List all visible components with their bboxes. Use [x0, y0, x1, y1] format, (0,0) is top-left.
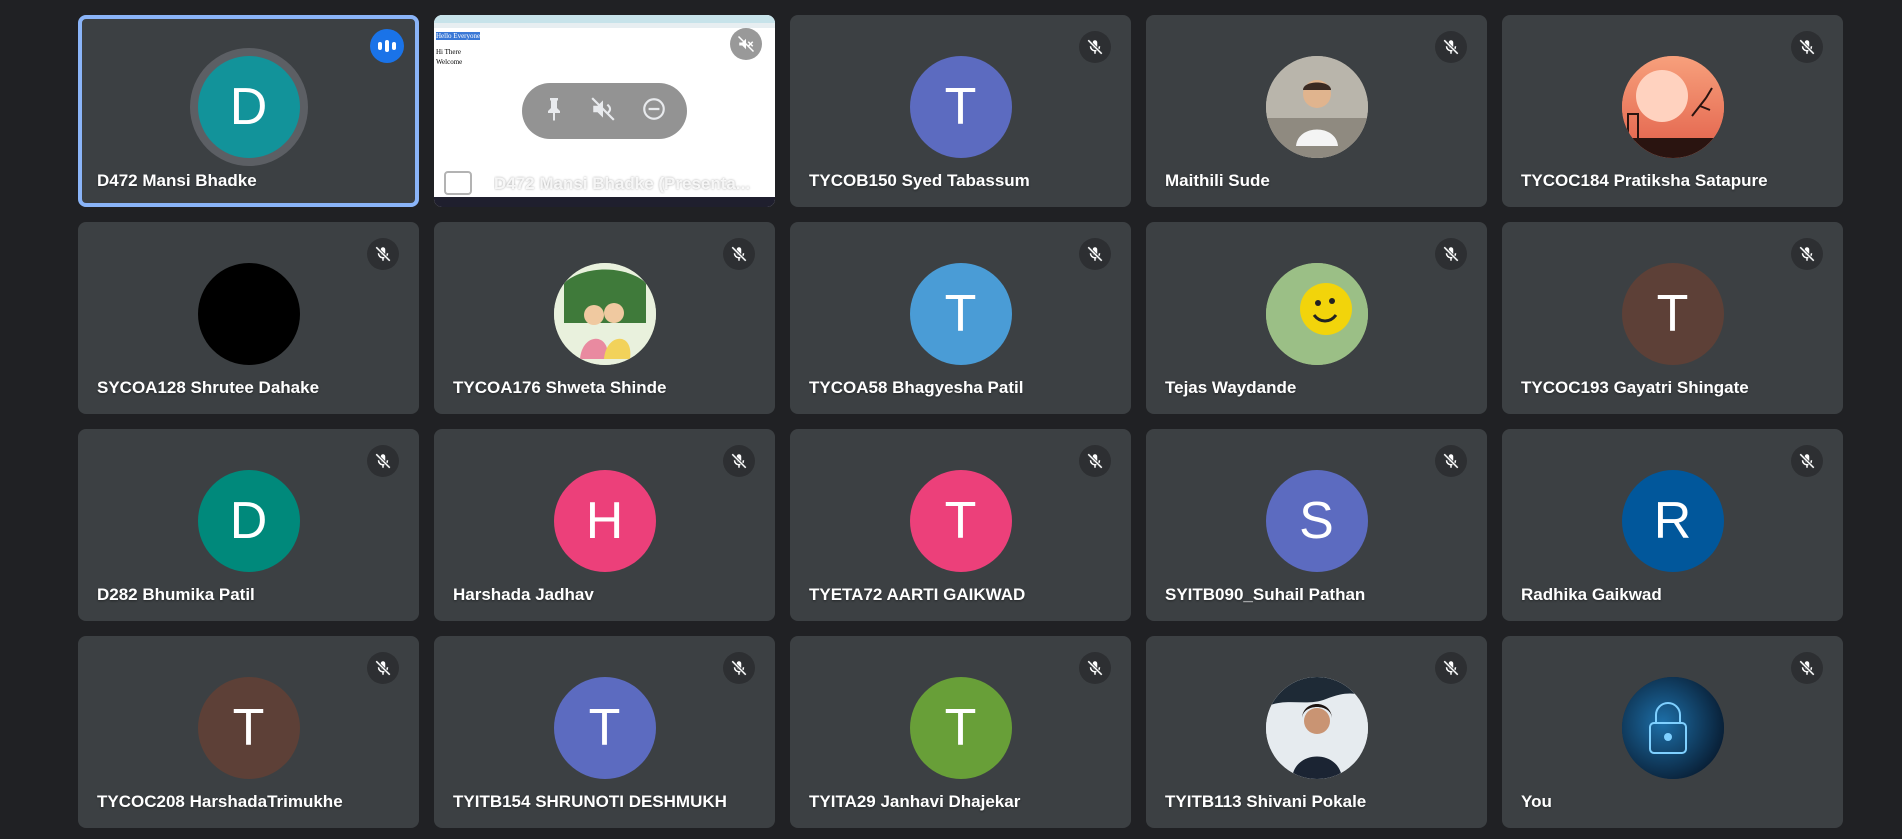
mic-off-icon	[367, 445, 399, 477]
participant-name: Harshada Jadhav	[453, 585, 594, 604]
mic-off-icon	[723, 445, 755, 477]
participant-name: TYCOC208 HarshadaTrimukhe	[97, 792, 343, 811]
participant-tile[interactable]: TYCOA176 Shweta Shinde	[434, 222, 775, 414]
avatar: T	[1621, 263, 1724, 365]
avatar: T	[909, 470, 1012, 572]
participant-name: SYCOA128 Shrutee Dahake	[97, 378, 320, 397]
mic-off-icon	[1435, 238, 1467, 270]
participant-name: D472 Mansi Bhadke (Presenta...	[494, 174, 751, 193]
mic-off-icon	[1079, 238, 1111, 270]
mic-off-icon	[1791, 31, 1823, 63]
participant-name: You	[1521, 792, 1552, 811]
participant-name: D282 Bhumika Patil	[97, 585, 255, 604]
avatar: T	[909, 263, 1012, 365]
mute-for-me-icon[interactable]	[590, 96, 616, 127]
avatar-photo	[1621, 56, 1724, 158]
mic-off-icon	[1791, 445, 1823, 477]
mic-off-icon	[1079, 445, 1111, 477]
participant-tile[interactable]: S SYITB090_Suhail Pathan	[1146, 429, 1487, 621]
participant-tile[interactable]: T TYCOC193 Gayatri Shingate	[1502, 222, 1843, 414]
avatar-photo	[1265, 56, 1368, 158]
participant-tile[interactable]: TYCOC184 Pratiksha Satapure	[1502, 15, 1843, 207]
participant-name: TYCOA176 Shweta Shinde	[453, 378, 667, 397]
participant-tile[interactable]: R Radhika Gaikwad	[1502, 429, 1843, 621]
participant-name: TYETA72 AARTI GAIKWAD	[809, 585, 1026, 604]
remove-icon[interactable]	[641, 96, 667, 127]
participant-tile[interactable]: H Harshada Jadhav	[434, 429, 775, 621]
participant-tile[interactable]: SYCOA128 Shrutee Dahake	[78, 222, 419, 414]
participant-name: TYCOC184 Pratiksha Satapure	[1521, 171, 1768, 190]
avatar-photo	[1265, 263, 1368, 365]
mic-off-icon	[1435, 652, 1467, 684]
avatar: S	[1265, 470, 1368, 572]
mute-indicator-icon	[730, 28, 762, 60]
participant-name: SYITB090_Suhail Pathan	[1165, 585, 1366, 604]
tile-controls-overlay	[522, 83, 687, 139]
participant-grid: D D472 Mansi Bhadke Hello Everyone Hi Th…	[78, 15, 1843, 828]
participant-name: TYITA29 Janhavi Dhajekar	[809, 792, 1021, 811]
participant-tile[interactable]: T TYITA29 Janhavi Dhajekar	[790, 636, 1131, 828]
mic-off-icon	[367, 238, 399, 270]
avatar-photo	[1265, 677, 1368, 779]
mic-off-icon	[1079, 652, 1111, 684]
pin-icon[interactable]	[542, 96, 566, 127]
avatar: T	[553, 677, 656, 779]
participant-tile-self[interactable]: You	[1502, 636, 1843, 828]
participant-name: TYITB154 SHRUNOTI DESHMUKH	[453, 792, 727, 811]
participant-name: TYCOC193 Gayatri Shingate	[1521, 378, 1749, 397]
mic-off-icon	[1079, 31, 1111, 63]
participant-tile[interactable]: T TYETA72 AARTI GAIKWAD	[790, 429, 1131, 621]
doc-line: Hi There	[436, 48, 461, 56]
avatar: D	[197, 56, 300, 158]
mic-off-icon	[723, 652, 755, 684]
present-screen-icon	[444, 171, 472, 195]
avatar-photo	[197, 263, 300, 365]
participant-tile[interactable]: D D282 Bhumika Patil	[78, 429, 419, 621]
avatar: D	[197, 470, 300, 572]
participant-tile[interactable]: T TYITB154 SHRUNOTI DESHMUKH	[434, 636, 775, 828]
mic-off-icon	[1791, 238, 1823, 270]
participant-name: TYCOB150 Syed Tabassum	[809, 171, 1030, 190]
doc-line: Hello Everyone	[436, 32, 481, 40]
participant-tile[interactable]: T TYCOC208 HarshadaTrimukhe	[78, 636, 419, 828]
participant-tile[interactable]: T TYCOA58 Bhagyesha Patil	[790, 222, 1131, 414]
browser-addressbar	[434, 23, 775, 28]
participant-name: Radhika Gaikwad	[1521, 585, 1662, 604]
mic-off-icon	[723, 238, 755, 270]
presentation-tile[interactable]: Hello Everyone Hi There Welcome D472 Man…	[434, 15, 775, 207]
mic-off-icon	[367, 652, 399, 684]
speaking-indicator-icon	[370, 29, 404, 63]
browser-tabbar	[434, 15, 775, 23]
participant-name: Maithili Sude	[1165, 171, 1270, 190]
participant-name: TYITB113 Shivani Pokale	[1165, 792, 1367, 811]
avatar-photo	[1621, 677, 1724, 779]
taskbar	[434, 197, 775, 207]
avatar: T	[197, 677, 300, 779]
mic-off-icon	[1435, 445, 1467, 477]
avatar-photo	[553, 263, 656, 365]
participant-tile[interactable]: Tejas Waydande	[1146, 222, 1487, 414]
avatar: R	[1621, 470, 1724, 572]
participant-name: TYCOA58 Bhagyesha Patil	[809, 378, 1024, 397]
participant-name: Tejas Waydande	[1165, 378, 1297, 397]
participant-tile[interactable]: T TYCOB150 Syed Tabassum	[790, 15, 1131, 207]
mic-off-icon	[1435, 31, 1467, 63]
participant-tile[interactable]: TYITB113 Shivani Pokale	[1146, 636, 1487, 828]
participant-tile[interactable]: D D472 Mansi Bhadke	[78, 15, 419, 207]
doc-line: Welcome	[436, 58, 463, 66]
avatar: H	[553, 470, 656, 572]
participant-name: D472 Mansi Bhadke	[97, 171, 257, 190]
mic-off-icon	[1791, 652, 1823, 684]
avatar: T	[909, 56, 1012, 158]
participant-tile[interactable]: Maithili Sude	[1146, 15, 1487, 207]
avatar: T	[909, 677, 1012, 779]
